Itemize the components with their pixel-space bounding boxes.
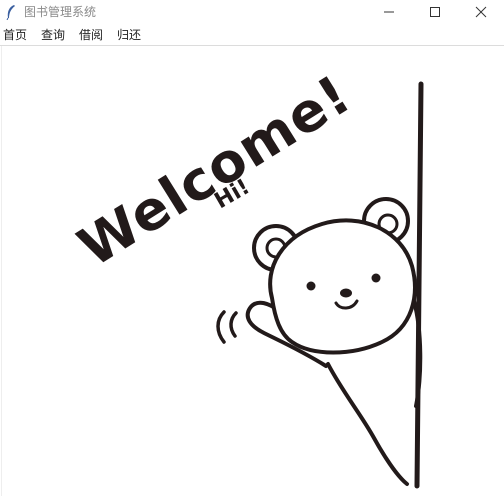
pole xyxy=(414,81,424,489)
menu-item-search[interactable]: 查询 xyxy=(41,27,65,43)
feather-icon xyxy=(5,4,17,21)
menu-item-return[interactable]: 归还 xyxy=(117,27,141,43)
bear-nose xyxy=(340,288,352,298)
close-button[interactable] xyxy=(458,0,504,24)
maximize-button[interactable] xyxy=(412,0,458,24)
minimize-button[interactable] xyxy=(366,0,412,24)
minimize-icon xyxy=(384,11,394,13)
content-area: Welcome! Hi! xyxy=(1,46,504,496)
window-title: 图书管理系统 xyxy=(24,5,97,19)
menu-item-home[interactable]: 首页 xyxy=(3,27,27,43)
title-bar: 图书管理系统 xyxy=(0,0,504,24)
welcome-bear-illustration: Welcome! Hi! xyxy=(68,63,424,489)
bear-body xyxy=(326,362,409,486)
bear-head xyxy=(268,218,417,355)
maximize-icon xyxy=(430,7,440,17)
bear-left-eye xyxy=(306,281,316,291)
wave-lines xyxy=(216,310,226,344)
bear-right-eye xyxy=(371,273,381,283)
close-icon xyxy=(475,6,487,18)
menu-item-borrow[interactable]: 借阅 xyxy=(79,27,103,43)
menu-bar: 首页 查询 借阅 归还 xyxy=(0,24,504,46)
